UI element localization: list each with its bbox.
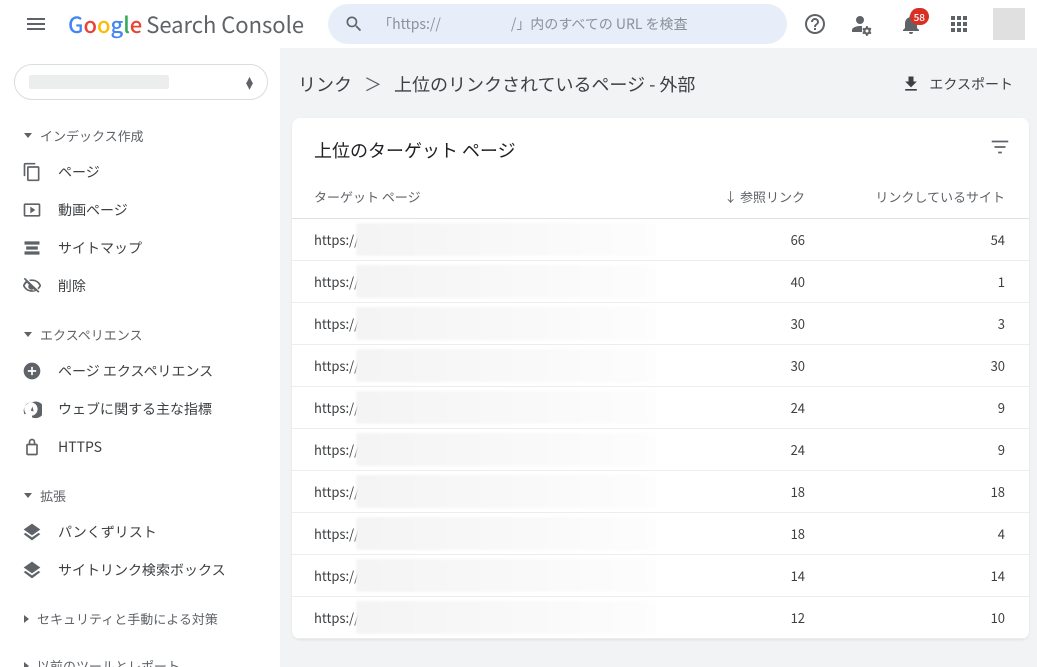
- users-settings-button[interactable]: [843, 4, 883, 44]
- download-icon: [901, 74, 921, 94]
- cell-sites: 10: [829, 597, 1029, 639]
- google-logo[interactable]: Google Search Console: [68, 8, 320, 40]
- cell-url: https://: [292, 429, 659, 471]
- nav-item-video-pages[interactable]: 動画ページ: [0, 191, 280, 229]
- cell-url: https://: [292, 513, 659, 555]
- cell-links: 12: [659, 597, 829, 639]
- visibility-off-icon: [22, 276, 42, 296]
- cell-links: 30: [659, 303, 829, 345]
- cell-links: 24: [659, 387, 829, 429]
- app-header: Google Search Console 「https:// /」内のすべての…: [0, 0, 1037, 48]
- table-row[interactable]: https://1818: [292, 471, 1029, 513]
- table-row[interactable]: https://1210: [292, 597, 1029, 639]
- breadcrumb-root[interactable]: リンク: [298, 71, 352, 97]
- speed-icon: [22, 399, 42, 419]
- search-icon: [344, 14, 364, 34]
- cell-links: 18: [659, 513, 829, 555]
- cell-sites: 54: [829, 219, 1029, 261]
- search-placeholder: 「https:// /」内のすべての URL を検査: [378, 14, 688, 34]
- table-row[interactable]: https://249: [292, 429, 1029, 471]
- video-icon: [22, 200, 42, 220]
- sitemap-icon: [22, 238, 42, 258]
- property-name-redacted: [29, 75, 169, 89]
- nav-section-enhancements[interactable]: 拡張: [0, 478, 280, 513]
- cell-sites: 3: [829, 303, 1029, 345]
- hamburger-menu[interactable]: [12, 0, 60, 48]
- cell-sites: 1: [829, 261, 1029, 303]
- main-content: リンク ＞ 上位のリンクされているページ - 外部 エクスポート 上位のターゲッ…: [280, 48, 1037, 667]
- cell-links: 30: [659, 345, 829, 387]
- layers-icon: [22, 560, 42, 580]
- cell-sites: 18: [829, 471, 1029, 513]
- export-button[interactable]: エクスポート: [893, 68, 1021, 100]
- col-incoming-links[interactable]: 参照リンク: [659, 177, 829, 219]
- nav-item-sitemaps[interactable]: サイトマップ: [0, 229, 280, 267]
- cell-url: https://: [292, 597, 659, 639]
- cell-links: 66: [659, 219, 829, 261]
- chevron-right-icon: ＞: [364, 71, 382, 97]
- nav-item-pages[interactable]: ページ: [0, 153, 280, 191]
- cell-sites: 9: [829, 387, 1029, 429]
- table-row[interactable]: https://401: [292, 261, 1029, 303]
- col-linking-sites[interactable]: リンクしているサイト: [829, 177, 1029, 219]
- nav-section-legacy-tools[interactable]: 以前のツールとレポート: [0, 648, 280, 667]
- col-target-page[interactable]: ターゲット ページ: [292, 177, 659, 219]
- url-inspection-search[interactable]: 「https:// /」内のすべての URL を検査: [328, 4, 787, 44]
- cell-sites: 14: [829, 555, 1029, 597]
- cell-links: 40: [659, 261, 829, 303]
- nav-item-core-web-vitals[interactable]: ウェブに関する主な指標: [0, 390, 280, 428]
- cell-sites: 30: [829, 345, 1029, 387]
- nav-item-removals[interactable]: 削除: [0, 267, 280, 305]
- table-row[interactable]: https://3030: [292, 345, 1029, 387]
- filter-button[interactable]: [989, 136, 1011, 163]
- table-row[interactable]: https://1414: [292, 555, 1029, 597]
- cell-url: https://: [292, 555, 659, 597]
- cell-url: https://: [292, 471, 659, 513]
- cell-url: https://: [292, 345, 659, 387]
- help-button[interactable]: [795, 4, 835, 44]
- cell-links: 24: [659, 429, 829, 471]
- account-avatar[interactable]: [993, 8, 1025, 40]
- cell-url: https://: [292, 219, 659, 261]
- card-title: 上位のターゲット ページ: [314, 137, 516, 163]
- cell-sites: 4: [829, 513, 1029, 555]
- apps-grid-button[interactable]: [939, 4, 979, 44]
- sidebar-nav: ▴▾ インデックス作成 ページ 動画ページ サイトマップ 削除 エクスペリエンス…: [0, 48, 280, 667]
- nav-section-indexing[interactable]: インデックス作成: [0, 118, 280, 153]
- links-table: ターゲット ページ 参照リンク リンクしているサイト https://6654h…: [292, 177, 1029, 639]
- cell-url: https://: [292, 303, 659, 345]
- table-row[interactable]: https://249: [292, 387, 1029, 429]
- cell-url: https://: [292, 261, 659, 303]
- nav-item-page-experience[interactable]: ページ エクスペリエンス: [0, 352, 280, 390]
- nav-section-experience[interactable]: エクスペリエンス: [0, 317, 280, 352]
- table-row[interactable]: https://6654: [292, 219, 1029, 261]
- cell-url: https://: [292, 387, 659, 429]
- lock-icon: [22, 437, 42, 457]
- cell-links: 18: [659, 471, 829, 513]
- chevron-updown-icon: ▴▾: [246, 76, 253, 88]
- nav-item-https[interactable]: HTTPS: [0, 428, 280, 466]
- nav-item-breadcrumbs[interactable]: パンくずリスト: [0, 513, 280, 551]
- add-circle-icon: [22, 361, 42, 381]
- product-name: Search Console: [146, 8, 304, 40]
- notifications-button[interactable]: 58: [891, 4, 931, 44]
- cell-links: 14: [659, 555, 829, 597]
- notification-badge: 58: [910, 8, 929, 25]
- nav-item-sitelinks-searchbox[interactable]: サイトリンク検索ボックス: [0, 551, 280, 589]
- filter-icon: [989, 136, 1011, 158]
- cell-sites: 9: [829, 429, 1029, 471]
- table-row[interactable]: https://184: [292, 513, 1029, 555]
- table-row[interactable]: https://303: [292, 303, 1029, 345]
- property-selector[interactable]: ▴▾: [14, 64, 268, 100]
- top-target-pages-card: 上位のターゲット ページ ターゲット ページ 参照リンク リンクしているサイト …: [292, 118, 1029, 639]
- breadcrumb-current: 上位のリンクされているページ - 外部: [394, 71, 695, 97]
- pages-icon: [22, 162, 42, 182]
- breadcrumb: リンク ＞ 上位のリンクされているページ - 外部: [298, 71, 695, 97]
- nav-section-security[interactable]: セキュリティと手動による対策: [0, 601, 280, 636]
- layers-icon: [22, 522, 42, 542]
